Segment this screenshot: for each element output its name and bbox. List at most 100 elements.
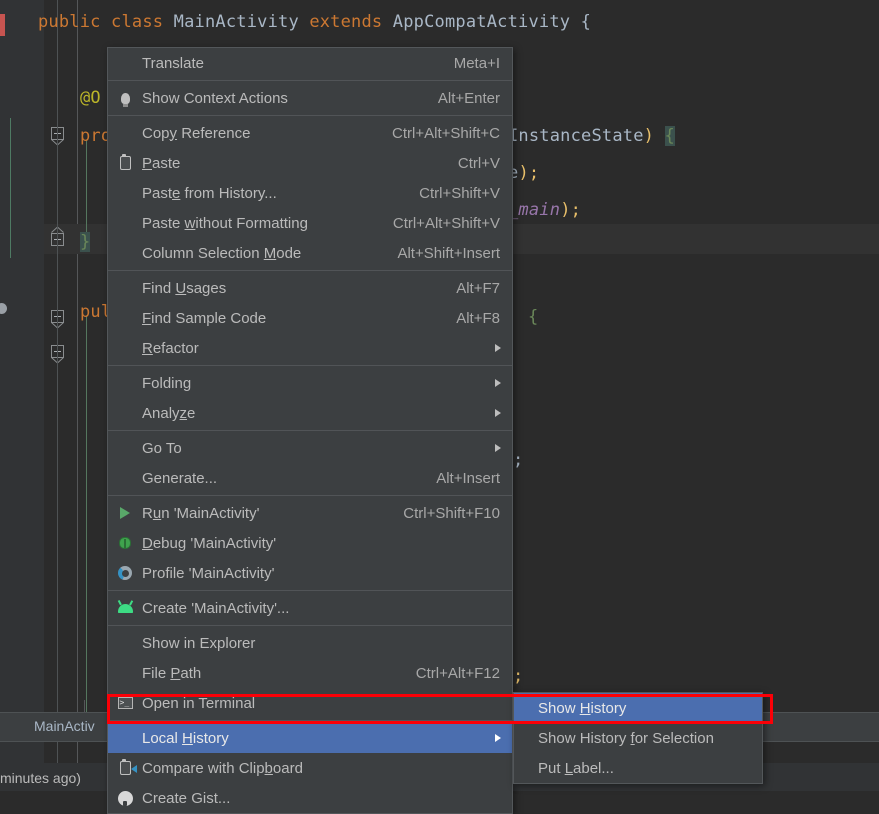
label-part: Profile 'MainActivity'	[142, 564, 275, 582]
label-part: istory	[192, 729, 229, 747]
lightbulb-icon	[116, 89, 134, 107]
code-token: @O	[80, 88, 101, 108]
menu-item-label: Translate	[142, 55, 204, 72]
menu-item-shortcut: Ctrl+Shift+F10	[403, 504, 500, 522]
menu-item-file-path[interactable]: File Path Ctrl+Alt+F12	[108, 658, 512, 688]
divider	[84, 700, 85, 712]
menu-item-paste[interactable]: Paste Ctrl+V	[108, 148, 512, 178]
menu-item-paste-without-formatting[interactable]: Paste without Formatting Ctrl+Alt+Shift+V	[108, 208, 512, 238]
menu-item-shortcut: Ctrl+Alt+Shift+V	[392, 214, 500, 232]
menu-item-create-gist[interactable]: Create Gist...	[108, 783, 512, 813]
code-token: InstanceState	[508, 126, 644, 146]
submenu-item-show-history[interactable]: Show History	[514, 693, 762, 723]
menu-item-compare-with-clipboard[interactable]: Compare with Clipboard	[108, 753, 512, 783]
menu-item-label: Compare with Clipboard	[142, 760, 303, 777]
indent-guide	[86, 140, 87, 240]
menu-item-paste-from-history[interactable]: Paste from History... Ctrl+Shift+V	[108, 178, 512, 208]
label-part: File	[142, 664, 171, 682]
label-part: ath	[180, 664, 202, 682]
menu-item-profile-mainactivity[interactable]: Profile 'MainActivity'	[108, 558, 512, 588]
menu-item-label: Run 'MainActivity'	[142, 505, 259, 522]
menu-item-show-in-explorer[interactable]: Show in Explorer	[108, 628, 512, 658]
code-line: ;	[513, 450, 523, 470]
menu-item-debug-mainactivity[interactable]: Debug 'MainActivity'	[108, 528, 512, 558]
label-mnemonic: P	[170, 664, 181, 682]
menu-item-folding[interactable]: Folding	[108, 368, 512, 398]
menu-item-label: Find Usages	[142, 280, 226, 297]
menu-item-label: Debug 'MainActivity'	[142, 535, 276, 552]
editor-context-menu[interactable]: Translate Meta+I Show Context Actions Alt+E…	[107, 47, 513, 814]
label-part: Open in Terminal	[142, 694, 256, 712]
menu-item-open-in-terminal[interactable]: >_ Open in Terminal	[108, 688, 512, 718]
label-mnemonic: L	[564, 759, 574, 777]
code-token: ;	[528, 163, 540, 183]
menu-separator	[108, 115, 512, 116]
no-icon	[522, 759, 540, 777]
local-history-submenu[interactable]: Show History Show History for Selection Pu…	[513, 692, 763, 784]
menu-separator	[108, 495, 512, 496]
menu-separator	[108, 720, 512, 721]
menu-item-refactor[interactable]: Refactor	[108, 333, 512, 363]
editor-gutter[interactable]	[0, 0, 44, 791]
code-token: MainActivity	[173, 12, 310, 32]
github-icon	[116, 789, 134, 807]
label-part: Create Gist...	[142, 789, 231, 807]
label-mnemonic: w	[184, 214, 196, 232]
android-icon	[116, 599, 134, 617]
label-part: efactor	[152, 339, 199, 357]
menu-item-go-to[interactable]: Go To	[108, 433, 512, 463]
code-token: )	[560, 200, 571, 220]
no-icon	[116, 729, 134, 747]
menu-item-column-selection-mode[interactable]: Column Selection Mode Alt+Shift+Insert	[108, 238, 512, 268]
menu-item-label: Go To	[142, 440, 182, 457]
fold-region-guide	[10, 118, 11, 258]
label-part: Folding	[142, 374, 192, 392]
debug-icon-glyph	[119, 537, 131, 549]
label-mnemonic: H	[182, 729, 193, 747]
label-mnemonic: z	[179, 404, 188, 422]
menu-item-translate[interactable]: Translate Meta+I	[108, 48, 512, 78]
compare-clipboard-icon-glyph	[119, 759, 137, 775]
chevron-right-icon	[495, 409, 501, 417]
chevron-right-icon	[495, 444, 501, 452]
code-token: ;	[513, 450, 524, 470]
menu-item-find-usages[interactable]: Find Usages Alt+F7	[108, 273, 512, 303]
menu-item-show-context-actions[interactable]: Show Context Actions Alt+Enter	[108, 83, 512, 113]
menu-item-copy-reference[interactable]: Copy Reference Ctrl+Alt+Shift+C	[108, 118, 512, 148]
code-line: @O	[80, 88, 101, 108]
code-line: public class MainActivity extends AppCom…	[38, 12, 591, 32]
label-part: n 'MainActivity'	[161, 504, 260, 522]
label-part: ode	[276, 244, 302, 262]
label-part: Generate...	[142, 469, 218, 487]
label-part: istory	[590, 699, 627, 717]
label-part: Local	[142, 729, 183, 747]
submenu-item-show-history-for-selection[interactable]: Show History for Selection	[514, 723, 762, 753]
breadcrumb[interactable]: MainActiv	[34, 718, 95, 734]
menu-item-local-history[interactable]: Local History	[108, 723, 512, 753]
label-part: R	[142, 504, 153, 522]
no-icon	[116, 339, 134, 357]
code-token: extends	[309, 12, 393, 32]
code-token: ;	[513, 666, 524, 686]
submenu-item-put-label[interactable]: Put Label...	[514, 753, 762, 783]
menu-item-generate[interactable]: Generate... Alt+Insert	[108, 463, 512, 493]
menu-item-run-mainactivity[interactable]: Run 'MainActivity' Ctrl+Shift+F10	[108, 498, 512, 528]
menu-item-analyze[interactable]: Analyze	[108, 398, 512, 428]
no-icon	[522, 729, 540, 747]
menu-separator	[108, 625, 512, 626]
no-icon	[522, 699, 540, 717]
menu-item-create-mainactivity[interactable]: Create 'MainActivity'...	[108, 593, 512, 623]
menu-item-find-sample-code[interactable]: Find Sample Code Alt+F8	[108, 303, 512, 333]
menu-separator	[108, 80, 512, 81]
code-line: _main);	[508, 200, 581, 220]
label-part: Cop	[142, 124, 170, 142]
github-icon-glyph	[117, 790, 133, 806]
menu-separator	[108, 365, 512, 366]
code-token: {	[664, 126, 675, 146]
no-icon	[116, 634, 134, 652]
menu-item-label: Refactor	[142, 340, 199, 357]
label-part: Translate	[142, 54, 204, 72]
label-part: ind Sample Code	[151, 309, 267, 327]
label-mnemonic: y	[169, 124, 178, 142]
